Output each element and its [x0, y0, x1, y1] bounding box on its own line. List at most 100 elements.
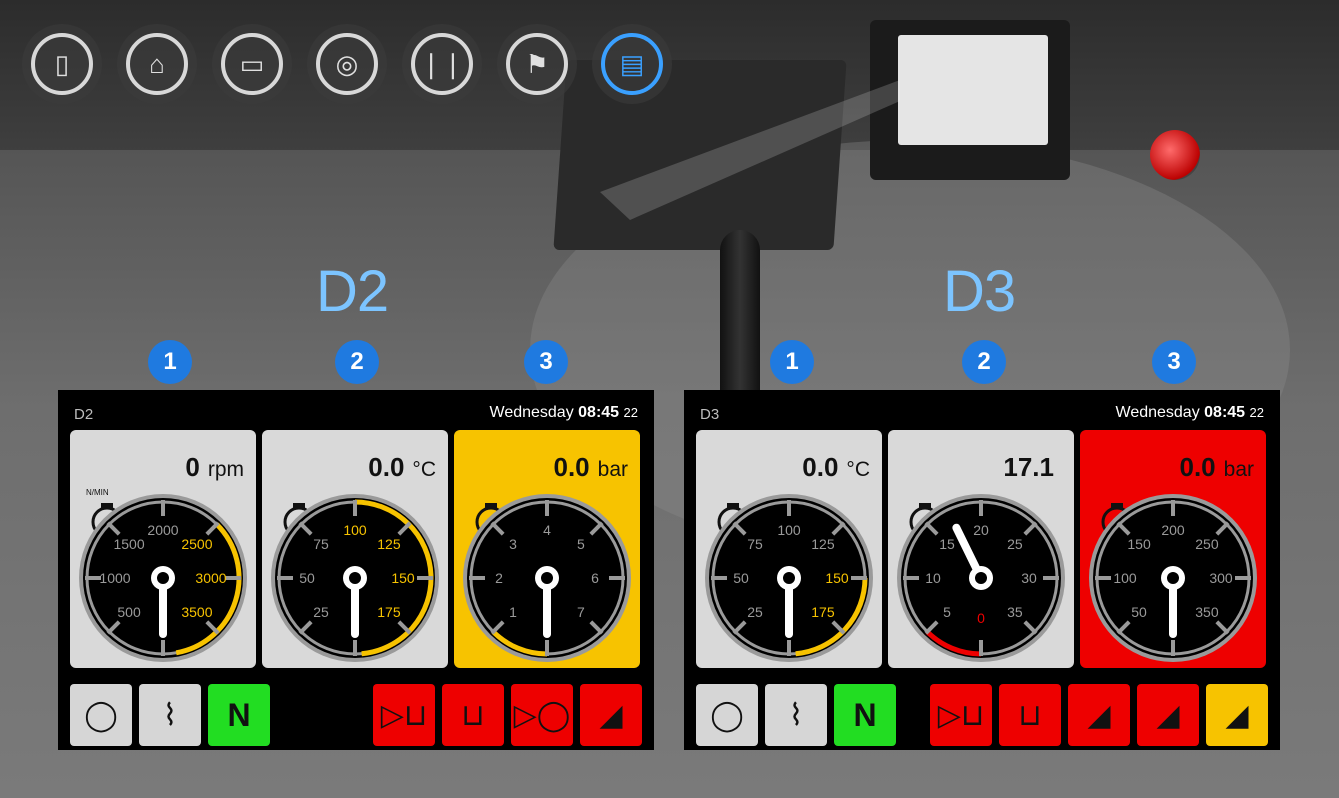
gauge-tick-label: 3500: [181, 604, 212, 620]
gauge-tick-label: 5: [577, 536, 585, 552]
hydraulic-filter-icon: ▷⊔: [373, 684, 435, 746]
gauge-tick-label: 200: [1161, 522, 1185, 538]
marker-d3-3: 3: [1152, 340, 1196, 384]
door-button[interactable]: ▯: [22, 24, 102, 104]
gauge-value: 17.1: [1003, 452, 1062, 483]
gauge-tick-label: 300: [1209, 570, 1233, 586]
gauge-tick-label: 500: [117, 604, 141, 620]
pedal-warning-icon-2: ◢: [1137, 684, 1199, 746]
date-time: 08:45: [578, 404, 620, 421]
wiper-button[interactable]: ⌂: [117, 24, 197, 104]
gauge-value-number: 0.0: [802, 452, 839, 482]
gauge-tick-label: 25: [747, 604, 763, 620]
gauge-tick-label: 50: [299, 570, 315, 586]
neutral-indicator: N: [208, 684, 270, 746]
gauge-dial: 2550751001251501750: [271, 494, 439, 662]
pedal-warning-icon: ◢: [580, 684, 642, 746]
gauge-tick-label: 75: [313, 536, 329, 552]
gauge-tick-label: 20: [973, 522, 989, 538]
label-d2: D2: [316, 259, 389, 324]
gauge-tick-label: 125: [811, 536, 835, 552]
gauge-tick-label: 75: [747, 536, 763, 552]
gauge-value: 0.0 °C: [368, 452, 436, 483]
traffic-light-icon: ⚑: [506, 33, 568, 95]
gauge-tick-label: 150: [825, 570, 849, 586]
gauge-tick-label: 50: [1131, 604, 1147, 620]
gauge-card-1: 0rpmN/MIN5001000150020002500300035000: [70, 430, 256, 668]
gauge-tick-label: 0: [977, 610, 985, 626]
gauge-tick-label: 5: [943, 604, 951, 620]
gauge-tick-label: 10: [925, 570, 941, 586]
date-day: Wednesday: [1115, 404, 1200, 421]
gauge-tick-label: 1000: [99, 570, 130, 586]
gauge-tick-label: 175: [811, 604, 835, 620]
pedals-button[interactable]: ❘❘: [402, 24, 482, 104]
gauge-card-2: 0.0°C2550751001251501750: [262, 430, 448, 668]
gauge-tick-label: 50: [733, 570, 749, 586]
engine-status-icon: ◯: [70, 684, 132, 746]
gauge-unit: bar: [1223, 458, 1254, 481]
gauge-tick-label: 30: [1021, 570, 1037, 586]
key-icon: ◎: [316, 33, 378, 95]
gauge-tick-label: 100: [777, 522, 801, 538]
panel-title: D2: [74, 406, 94, 423]
gauge-tick-label: 1500: [113, 536, 144, 552]
gauge-tick-label: 175: [377, 604, 401, 620]
wiper-icon: ⌂: [126, 33, 188, 95]
marker-d2-3: 3: [524, 340, 568, 384]
gauge-tick-label: 2000: [147, 522, 178, 538]
marker-d2-2: 2: [335, 340, 379, 384]
gauge-dial: 12345670: [463, 494, 631, 662]
gauge-tick-label: 3000: [195, 570, 226, 586]
marker-d3-2: 2: [962, 340, 1006, 384]
pedals-icon: ❘❘: [411, 33, 473, 95]
fuel-filter-icon: ⊔: [442, 684, 504, 746]
oil-level-icon: ▷◯: [511, 684, 573, 746]
gauge-value: 0.0 bar: [1179, 452, 1254, 483]
label-d3: D3: [943, 259, 1016, 324]
key-button[interactable]: ◎: [307, 24, 387, 104]
marker-d2-1: 1: [148, 340, 192, 384]
gauge-tick-label: 2: [495, 570, 503, 586]
display-panel-d3: D3 Wednesday 08:45 22 0.0 °C 25 50 75 100 125 1…: [684, 390, 1280, 750]
gauge-unit: °C: [846, 458, 870, 481]
gauge-tick-label: 100: [1113, 570, 1137, 586]
traffic-light-button[interactable]: ⚑: [497, 24, 577, 104]
gauge-tick-label: 7: [577, 604, 585, 620]
gauge-tick-label: 100: [343, 522, 367, 538]
gauge-value-number: 0.0: [553, 452, 590, 482]
gauge-value-number: 0.0: [1179, 452, 1216, 482]
panel-title: D3: [700, 406, 720, 423]
gauge-value-number: 0: [185, 452, 200, 482]
gauge-tick-label: 1: [509, 604, 517, 620]
panel-datetime: Wednesday 08:45 22: [1116, 404, 1265, 422]
emergency-stop-button: [1150, 130, 1200, 180]
gauge-dial: 2550751001251501750: [705, 494, 873, 662]
gauge-tick-label: 250: [1195, 536, 1219, 552]
gauge-unit: bar: [597, 458, 628, 481]
display-panel-d2: D2 Wednesday 08:45 22 0 rpm N/MIN 500 1000 15…: [58, 390, 654, 750]
window-icon: ▭: [221, 33, 283, 95]
gauge-unit: rpm: [207, 458, 244, 481]
neutral-indicator: N: [834, 684, 896, 746]
date-time: 08:45: [1204, 404, 1246, 421]
gauge-tick-label: 15: [939, 536, 955, 552]
marker-d3-1: 1: [770, 340, 814, 384]
gauge-card-2: 17.1 5 10 15 20 25 30 35 0: [888, 430, 1074, 668]
gauge-tick-label: 150: [391, 570, 415, 586]
gauge-tick-label: 2500: [181, 536, 212, 552]
status-indicator-row: ◯ ⌇ N ▷⊔ ⊔ ▷◯ ◢: [70, 684, 642, 746]
display-button[interactable]: ▤: [592, 24, 672, 104]
date-day: Wednesday: [489, 404, 574, 421]
right-display-screen: [898, 35, 1048, 145]
status-indicator-row: ◯ ⌇ N ▷⊔ ⊔ ◢ ◢ ◢: [696, 684, 1268, 746]
panel-datetime: Wednesday 08:45 22: [490, 404, 639, 422]
pedal-caution-icon: ◢: [1206, 684, 1268, 746]
operator-seat-icon: ⌇: [765, 684, 827, 746]
gauge-tick-label: 35: [1007, 604, 1023, 620]
gauge-tick-label: 3: [509, 536, 517, 552]
fuel-filter-icon: ⊔: [999, 684, 1061, 746]
gauge-unit: °C: [412, 458, 436, 481]
gauge-value-number: 0.0: [368, 452, 405, 482]
window-button[interactable]: ▭: [212, 24, 292, 104]
